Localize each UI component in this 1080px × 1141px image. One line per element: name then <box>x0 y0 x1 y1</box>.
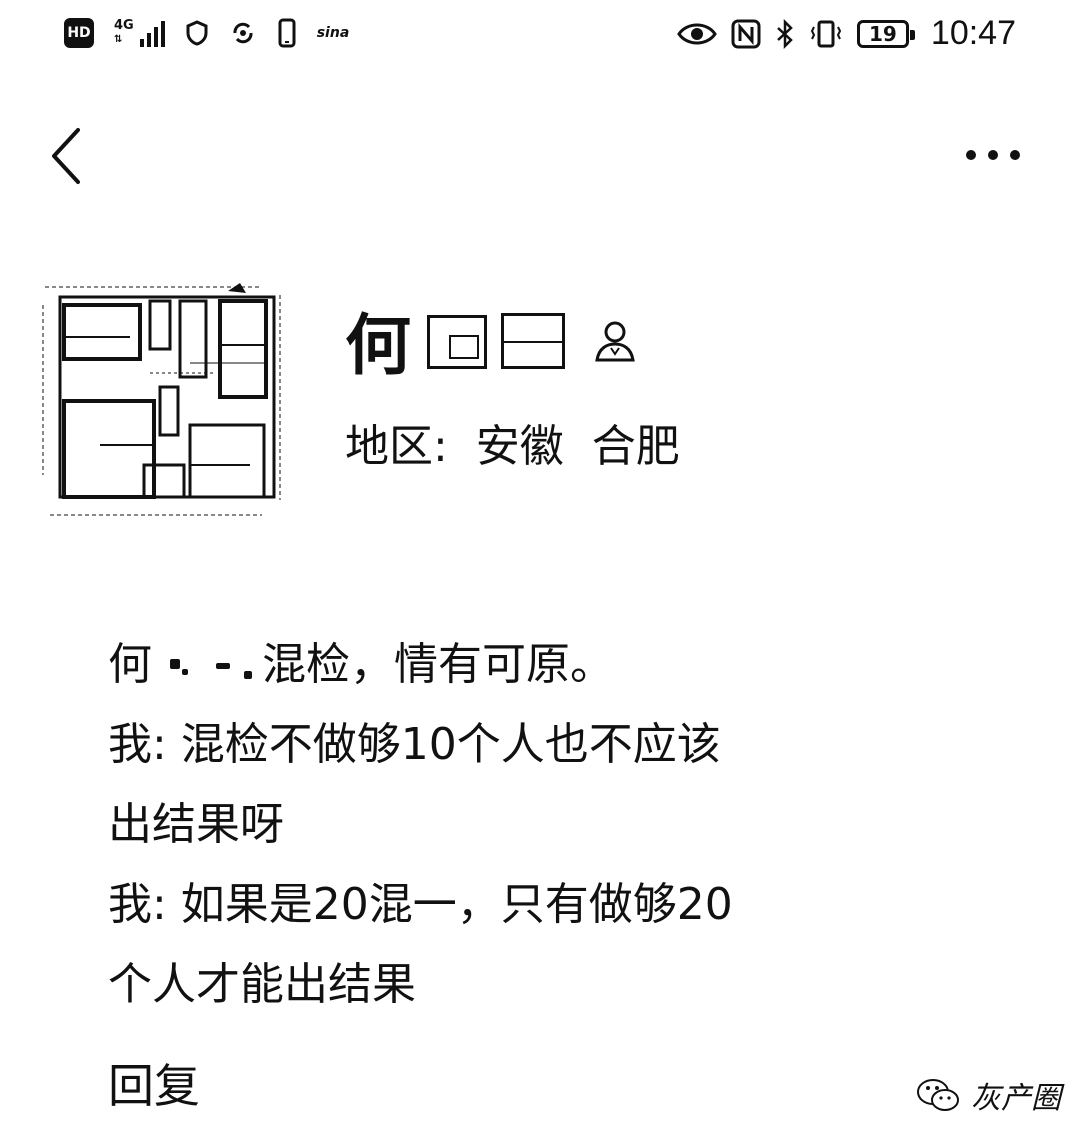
watermark-text: 灰产圈 <box>971 1081 1061 1116</box>
status-right: 19 10:47 <box>677 14 1016 53</box>
author-redaction <box>152 647 262 687</box>
status-bar: HD 4G ⇅ sina 19 10:47 <box>0 0 1080 80</box>
shield-icon <box>186 20 208 46</box>
comment-line: 我: 如果是20混一，只有做够20 <box>108 879 733 930</box>
signal-icon <box>139 19 165 47</box>
hd-badge: HD <box>64 18 94 48</box>
watermark: 灰产圈 <box>915 1073 1061 1117</box>
bluetooth-icon <box>777 18 793 49</box>
network-activity: ⇅ <box>114 34 123 45</box>
reply-button[interactable]: 回复 <box>108 1050 200 1116</box>
avatar[interactable] <box>40 275 285 523</box>
battery-level: 19 <box>868 21 897 46</box>
status-left: HD 4G ⇅ sina <box>64 18 349 48</box>
clock: 10:47 <box>930 14 1016 52</box>
profile-name-row: 何 <box>345 295 637 385</box>
profile-name: 何 <box>345 307 413 384</box>
chevron-left-icon <box>52 128 80 184</box>
name-redaction <box>419 305 569 375</box>
phone-icon <box>278 18 296 48</box>
comment-author: 何 <box>108 639 152 690</box>
sync-icon <box>233 22 253 44</box>
comment-body: 何 混检，情有可原。 我: 混检不做够10个人也不应该 出结果呀 我: 如果是2… <box>108 625 968 1025</box>
comment-line: 出结果呀 <box>108 799 284 850</box>
network-label: 4G <box>114 18 134 33</box>
vibrate-icon <box>810 20 842 47</box>
avatar-image <box>42 283 281 516</box>
wechat-icon <box>917 1079 959 1111</box>
more-button[interactable] <box>948 140 1020 170</box>
battery-icon: 19 <box>856 19 915 48</box>
comment-text: 混检，情有可原。 <box>262 639 614 690</box>
back-button[interactable] <box>42 122 102 192</box>
comment-line: 个人才能出结果 <box>108 959 416 1010</box>
gender-icon <box>595 321 635 362</box>
comment-line: 何 混检，情有可原。 <box>108 625 968 705</box>
sina-icon: sina <box>316 25 350 41</box>
eye-icon <box>677 23 717 44</box>
more-dots-icon <box>966 150 976 160</box>
network-type: 4G ⇅ <box>114 19 134 47</box>
profile-region: 地区: 安徽 合肥 <box>345 421 680 472</box>
comment-line: 我: 混检不做够10个人也不应该 <box>108 719 721 770</box>
nfc-icon <box>731 19 761 48</box>
